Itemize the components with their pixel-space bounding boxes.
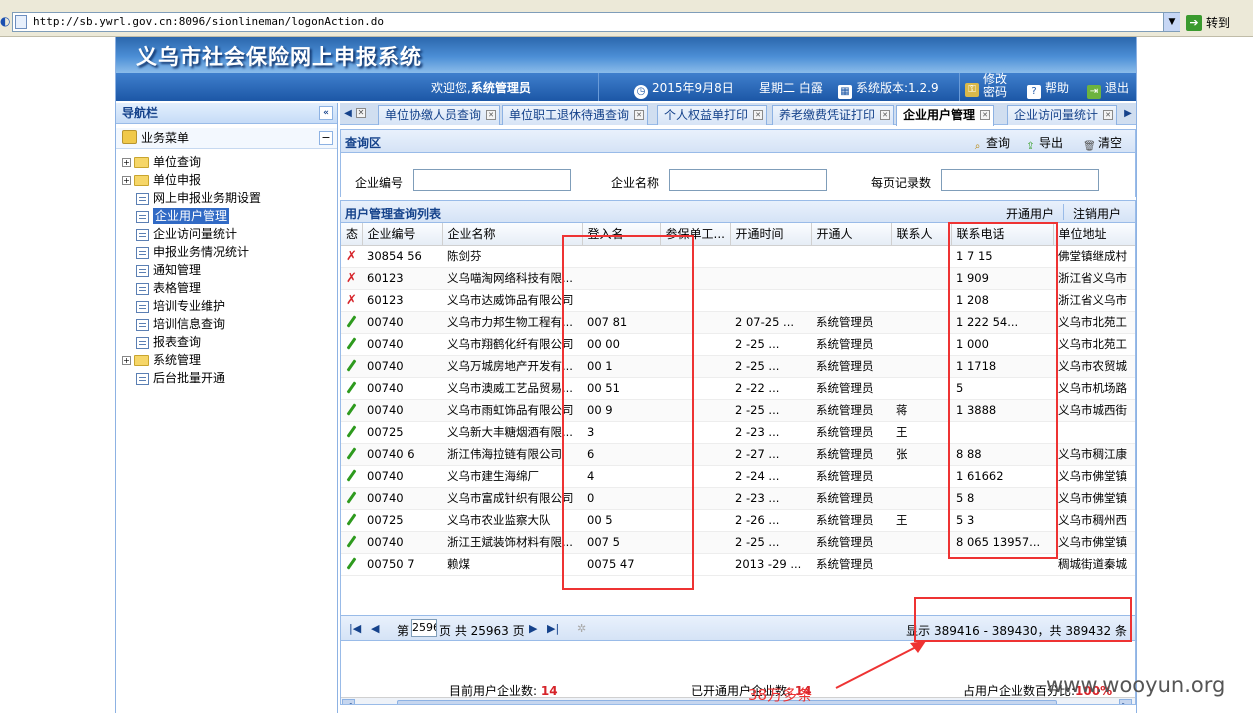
annotation-label: 38万多条 — [748, 686, 813, 704]
annotation-arrow — [835, 641, 926, 689]
watermark: www.wooyun.org — [1046, 673, 1226, 697]
